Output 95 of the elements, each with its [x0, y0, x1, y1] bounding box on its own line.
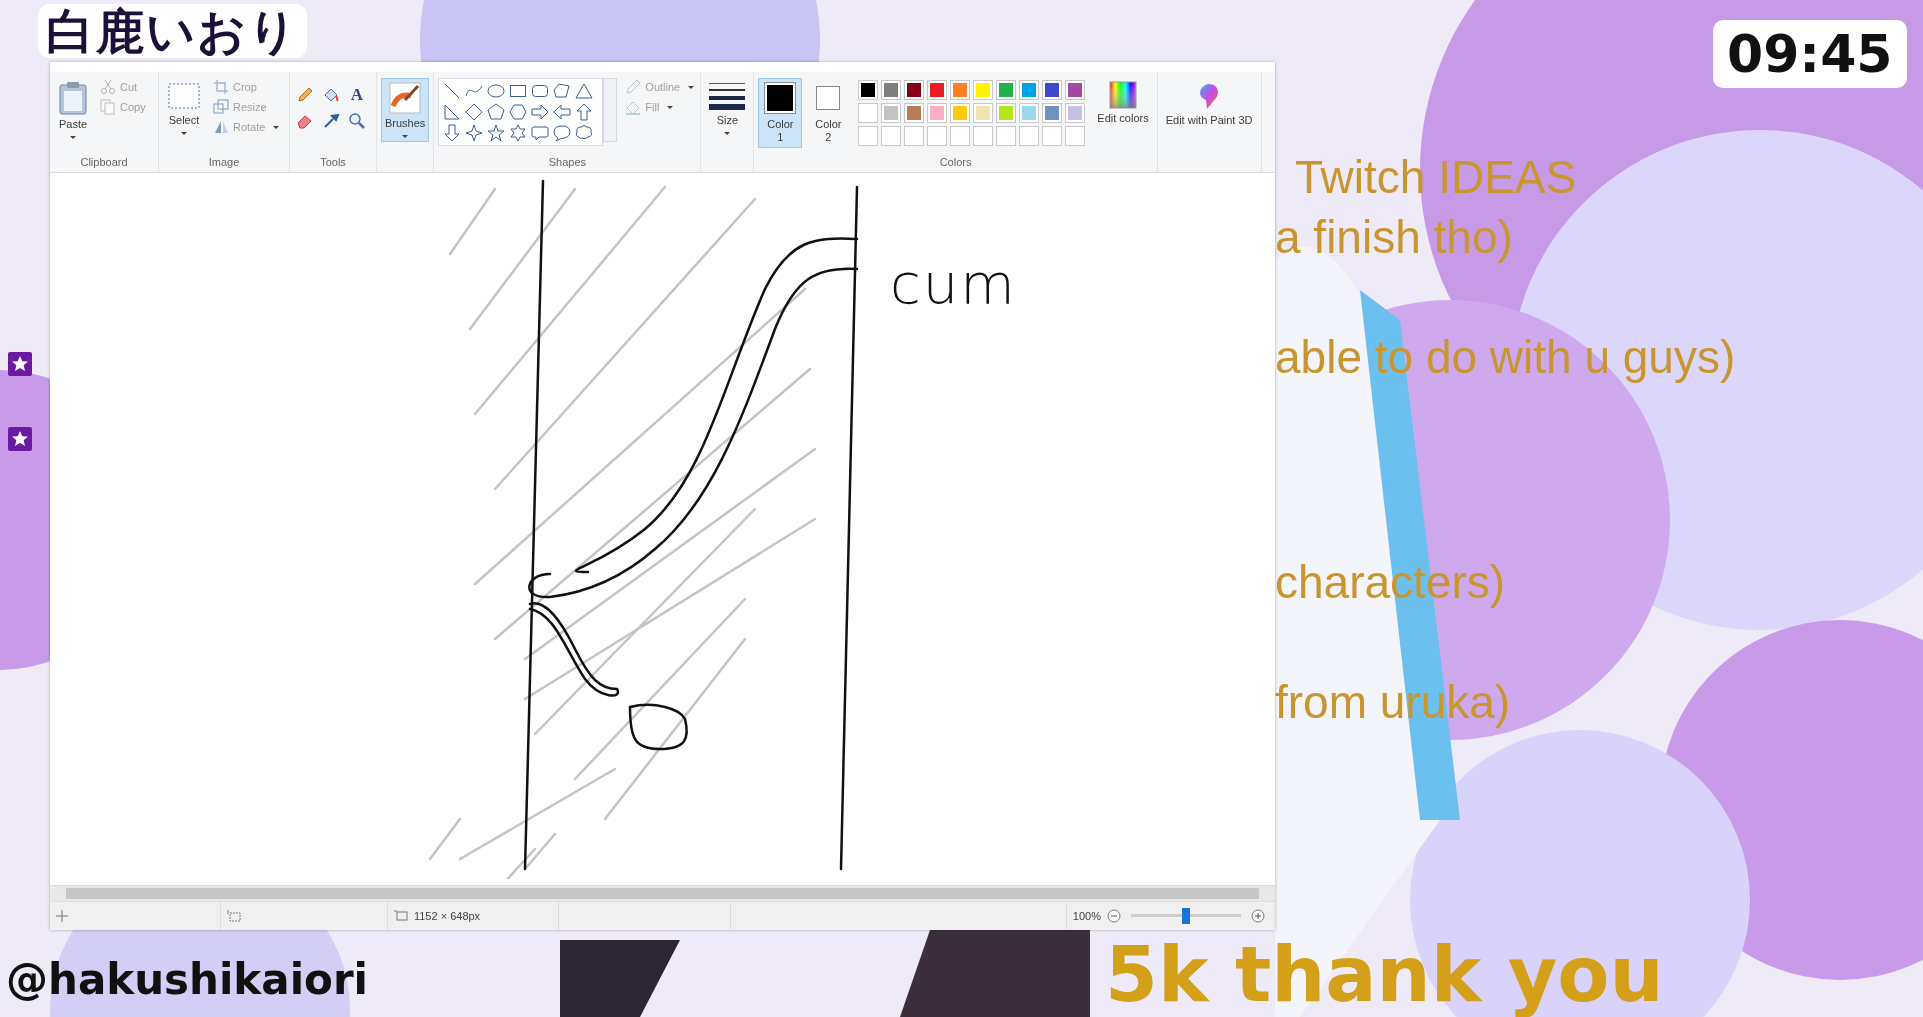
palette-color[interactable] — [996, 80, 1017, 100]
palette-color[interactable] — [1042, 103, 1063, 123]
oval-icon[interactable] — [487, 82, 506, 100]
pentagon-icon[interactable] — [487, 103, 506, 121]
right-triangle-icon[interactable] — [443, 103, 462, 121]
agenda-text: a finish tho) — [1275, 210, 1513, 264]
palette-color[interactable] — [1065, 80, 1086, 100]
cloud-callout-icon[interactable] — [575, 124, 594, 142]
up-arrow-icon[interactable] — [575, 103, 594, 121]
line-width-icon — [709, 81, 746, 111]
palette-color[interactable] — [927, 103, 948, 123]
brush-icon — [389, 82, 422, 114]
paint-3d-button[interactable]: Edit with Paint 3D — [1161, 78, 1257, 130]
empty-color-slot[interactable] — [927, 126, 948, 146]
six-point-star-icon[interactable] — [509, 124, 528, 142]
empty-color-slot[interactable] — [950, 126, 971, 146]
selection-size-icon — [227, 910, 242, 922]
cursor-position-icon — [56, 910, 68, 922]
rounded-callout-icon[interactable] — [531, 124, 550, 142]
size-button[interactable]: Size — [705, 78, 750, 138]
rectangle-icon[interactable] — [509, 82, 528, 100]
image-size-icon — [393, 910, 408, 922]
empty-color-slot[interactable] — [1019, 126, 1040, 146]
select-button[interactable]: Select — [163, 78, 205, 138]
empty-color-slot[interactable] — [973, 126, 994, 146]
empty-color-slot[interactable] — [858, 126, 879, 146]
image-dimensions: 1152 × 648px — [413, 910, 481, 922]
edit-colors-button[interactable]: Edit colors — [1093, 78, 1153, 128]
rounded-rectangle-icon[interactable] — [531, 82, 550, 100]
handwritten-note: cum — [890, 251, 1017, 316]
goal-text: 5k thank you — [1105, 930, 1664, 1017]
zoom-percent: 100% — [1072, 910, 1101, 922]
selection-icon — [167, 81, 201, 111]
right-arrow-icon[interactable] — [531, 103, 550, 121]
copy-icon — [100, 99, 116, 115]
empty-color-slot[interactable] — [996, 126, 1017, 146]
palette-color[interactable] — [904, 103, 925, 123]
group-label: Shapes — [547, 156, 587, 170]
diamond-icon[interactable] — [465, 103, 484, 121]
crop-icon — [213, 79, 229, 95]
four-point-star-icon[interactable] — [465, 124, 484, 142]
empty-color-slot[interactable] — [1065, 126, 1086, 146]
polygon-icon[interactable] — [553, 82, 572, 100]
agenda-text: Twitch IDEAS — [1295, 150, 1577, 204]
group-label: Tools — [319, 156, 347, 170]
agenda-text: from uruka) — [1275, 675, 1511, 729]
palette-color[interactable] — [1042, 80, 1063, 100]
fill-icon — [625, 99, 642, 115]
agenda-text: able to do with u guys) — [1275, 330, 1736, 384]
oval-callout-icon[interactable] — [553, 124, 572, 142]
stream-clock: 09:45 — [1713, 20, 1907, 88]
gallery-scrollbar[interactable] — [603, 78, 618, 142]
empty-color-slot[interactable] — [1042, 126, 1063, 146]
triangle-icon[interactable] — [575, 82, 594, 100]
palette-color[interactable] — [881, 103, 902, 123]
text-tool-button[interactable]: A — [346, 84, 368, 106]
line-icon[interactable] — [443, 82, 462, 100]
down-arrow-icon[interactable] — [443, 124, 462, 142]
palette-color[interactable] — [858, 80, 879, 100]
palette-color[interactable] — [996, 103, 1017, 123]
empty-color-slot[interactable] — [881, 126, 902, 146]
palette-color[interactable] — [973, 103, 994, 123]
channel-logo: 白鹿いおり — [38, 4, 307, 58]
empty-color-slot[interactable] — [904, 126, 925, 146]
color-slot-button[interactable]: Color 1 — [758, 78, 803, 148]
five-point-star-icon[interactable] — [487, 124, 506, 142]
palette-color[interactable] — [927, 80, 948, 100]
brushes-button[interactable]: Brushes — [381, 78, 430, 142]
rotate-icon — [213, 119, 229, 135]
color-spectrum-icon — [1109, 81, 1138, 109]
palette-color[interactable] — [973, 80, 994, 100]
palette-color[interactable] — [1019, 103, 1040, 123]
palette-color[interactable] — [1019, 80, 1040, 100]
channel-handle: @hakushikaiori — [6, 955, 368, 1004]
paste-button[interactable]: Paste — [54, 78, 92, 142]
palette-color[interactable] — [881, 80, 902, 100]
horizontal-scrollbar[interactable] — [50, 885, 1275, 901]
palette-color[interactable] — [1065, 103, 1086, 123]
palette-color[interactable] — [904, 80, 925, 100]
left-arrow-icon[interactable] — [553, 103, 572, 121]
group-label: Colors — [938, 156, 973, 170]
resize-icon — [213, 99, 229, 115]
outline-icon — [625, 79, 642, 95]
scissors-icon — [100, 79, 116, 95]
zoom-out-icon[interactable] — [1107, 909, 1121, 923]
palette-color[interactable] — [950, 103, 971, 123]
slider-thumb[interactable] — [1182, 908, 1190, 924]
clipboard-icon — [58, 81, 88, 115]
color-slot-button[interactable]: Color 2 — [806, 78, 851, 148]
group-label: Clipboard — [79, 156, 129, 170]
zoom-in-icon[interactable] — [1251, 909, 1265, 923]
group-label: Image — [207, 156, 241, 170]
hexagon-icon[interactable] — [509, 103, 528, 121]
palette-color[interactable] — [950, 80, 971, 100]
palette-color[interactable] — [858, 103, 879, 123]
